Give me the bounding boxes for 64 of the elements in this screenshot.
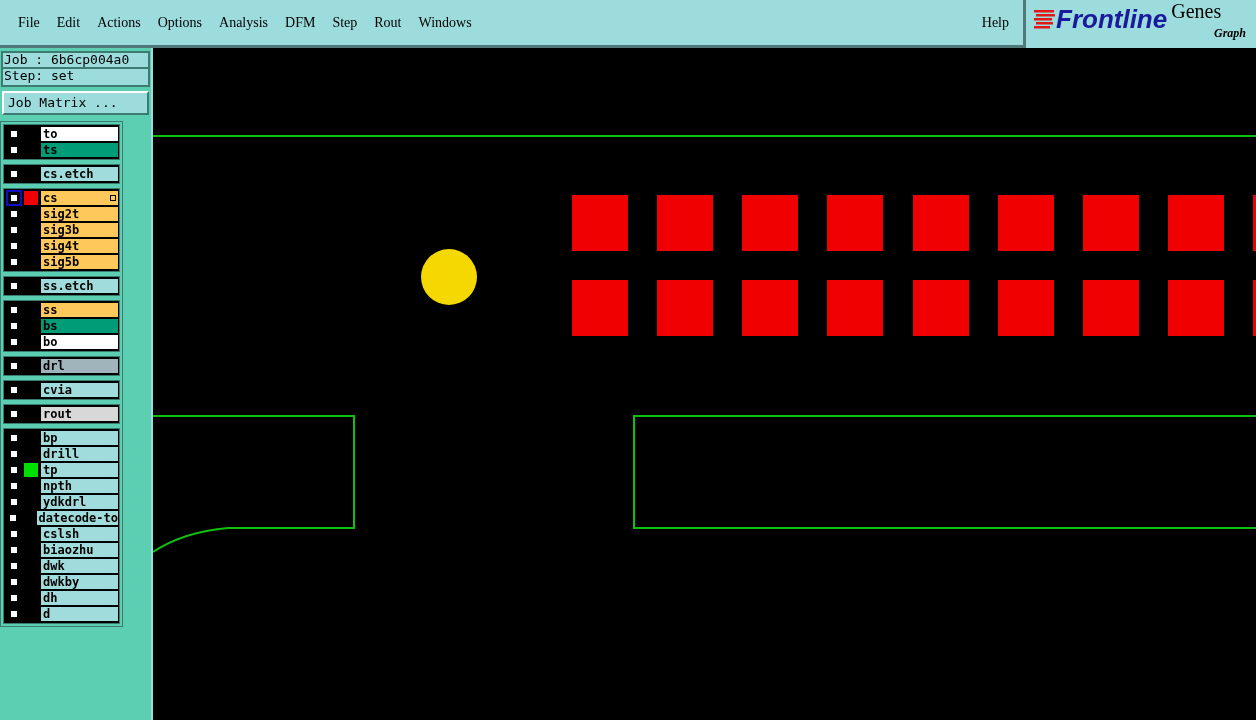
square-pad bbox=[742, 195, 798, 251]
logo-stripes-icon bbox=[1034, 10, 1056, 30]
square-pad bbox=[1168, 195, 1224, 251]
layer-name[interactable]: ss bbox=[41, 303, 118, 317]
menu-item[interactable]: File bbox=[12, 12, 46, 33]
square-pad bbox=[998, 195, 1054, 251]
layer-name[interactable]: ss.etch bbox=[41, 279, 118, 293]
square-pad bbox=[1083, 280, 1139, 336]
layer-name[interactable]: rout bbox=[41, 407, 118, 421]
layer-name[interactable]: dh bbox=[41, 591, 118, 605]
layer-name[interactable]: bo bbox=[41, 335, 118, 349]
help-menu[interactable]: Help bbox=[981, 12, 1009, 33]
layer-name[interactable]: d bbox=[41, 607, 118, 621]
square-pad bbox=[657, 195, 713, 251]
menu-item[interactable]: DFM bbox=[279, 12, 322, 33]
menu-item[interactable]: Windows bbox=[412, 12, 478, 33]
expand-icon[interactable] bbox=[110, 195, 116, 201]
logo-subtitle: Graph bbox=[1214, 26, 1246, 40]
layer-name[interactable]: npth bbox=[41, 479, 118, 493]
layer-name[interactable]: cs bbox=[41, 191, 118, 205]
menu-item[interactable]: Analysis bbox=[213, 12, 275, 33]
layer-name[interactable]: dwkby bbox=[41, 575, 118, 589]
logo-product: Genes bbox=[1171, 0, 1222, 22]
menu-item[interactable]: Actions bbox=[91, 12, 147, 33]
square-pad bbox=[1168, 280, 1224, 336]
logo-brand: Frontline bbox=[1056, 4, 1168, 34]
layer-name[interactable]: bs bbox=[41, 319, 118, 333]
square-pad bbox=[742, 280, 798, 336]
layer-name[interactable]: sig5b bbox=[41, 255, 118, 269]
layer-name[interactable]: dwk bbox=[41, 559, 118, 573]
layer-name[interactable]: tp bbox=[41, 463, 118, 477]
layer-name[interactable]: cs.etch bbox=[41, 167, 118, 181]
round-pad bbox=[421, 249, 477, 305]
layer-name[interactable]: ts bbox=[41, 143, 118, 157]
menu-item[interactable]: Step bbox=[326, 12, 364, 33]
layer-name[interactable]: biaozhu bbox=[41, 543, 118, 557]
layer-name[interactable]: ydkdrl bbox=[41, 495, 118, 509]
layer-name[interactable]: to bbox=[41, 127, 118, 141]
layer-name[interactable]: sig3b bbox=[41, 223, 118, 237]
layer-name[interactable]: datecode-to bbox=[36, 511, 118, 525]
job-matrix-button[interactable]: Job Matrix ... bbox=[2, 91, 149, 115]
square-pad bbox=[572, 195, 628, 251]
square-pad bbox=[1083, 195, 1139, 251]
square-pad bbox=[827, 195, 883, 251]
square-pad bbox=[657, 280, 713, 336]
layer-name[interactable]: sig2t bbox=[41, 207, 118, 221]
job-label: Job : 6b6cp004a0 bbox=[1, 51, 150, 69]
menu-item[interactable]: Options bbox=[151, 12, 209, 33]
layer-name[interactable]: sig4t bbox=[41, 239, 118, 253]
menu-item[interactable]: Rout bbox=[368, 12, 408, 33]
square-pad bbox=[998, 280, 1054, 336]
square-pad bbox=[827, 280, 883, 336]
layer-name[interactable]: drl bbox=[41, 359, 118, 373]
menu-item[interactable]: Edit bbox=[50, 12, 87, 33]
square-pad bbox=[913, 280, 969, 336]
square-pad bbox=[1253, 280, 1256, 336]
layer-name[interactable]: cvia bbox=[41, 383, 118, 397]
layer-name[interactable]: cslsh bbox=[41, 527, 118, 541]
step-label: Step: set bbox=[1, 69, 150, 87]
square-pad bbox=[1253, 195, 1256, 251]
layer-name[interactable]: bp bbox=[41, 431, 118, 445]
layer-name[interactable]: drill bbox=[41, 447, 118, 461]
square-pad bbox=[913, 195, 969, 251]
square-pad bbox=[572, 280, 628, 336]
